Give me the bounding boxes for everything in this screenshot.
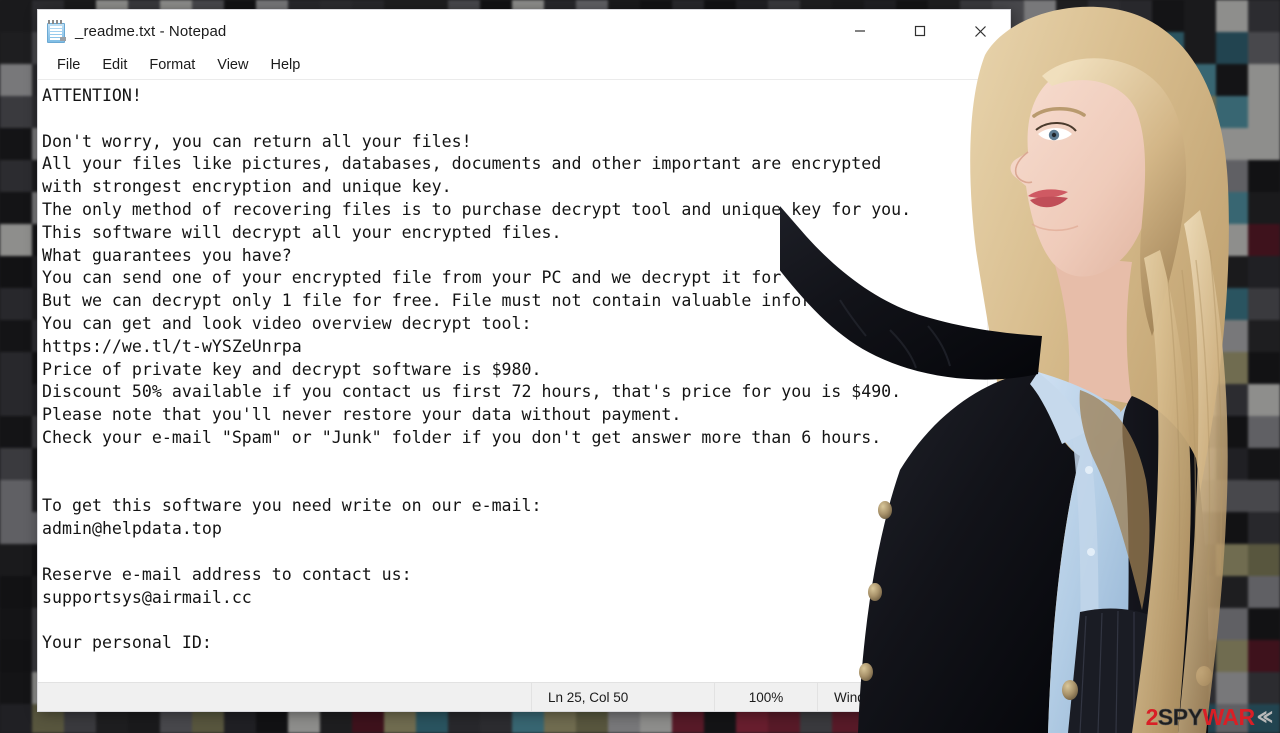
menu-item-view[interactable]: View (206, 54, 259, 77)
text-line: admin@helpdata.top (42, 519, 222, 539)
window-title: _readme.txt - Notepad (75, 22, 227, 40)
text-line: The only method of recovering files is t… (42, 199, 912, 219)
title-bar[interactable]: _readme.txt - Notepad (38, 10, 1010, 52)
text-line: Discount 50% available if you contact us… (42, 382, 902, 402)
text-line: But we can decrypt only 1 file for free.… (42, 291, 882, 311)
text-line: What guarantees you have? (42, 245, 292, 265)
notepad-icon (46, 20, 66, 43)
scroll-up-arrow[interactable] (988, 82, 1010, 102)
text-line: Price of private key and decrypt softwar… (42, 359, 542, 379)
text-line (40, 473, 988, 496)
text-line (40, 450, 988, 473)
cursor-position[interactable]: Ln 25, Col 50 (531, 683, 714, 711)
text-line (40, 609, 988, 632)
title-bar-left: _readme.txt - Notepad (38, 20, 830, 43)
notepad-window: _readme.txt - Notepad File Edit Format V… (38, 10, 1010, 711)
text-line (40, 108, 988, 131)
menu-item-help[interactable]: Help (259, 54, 311, 77)
window-controls (830, 10, 1010, 52)
maximize-icon (914, 25, 926, 37)
watermark-war: WAR (1202, 704, 1255, 730)
text-line: ATTENTION! (42, 86, 142, 105)
close-icon (974, 25, 986, 37)
status-bar: Ln 25, Col 50 100% Windows (CRLF) (38, 682, 1010, 711)
text-line: Don't worry, you can return all your fil… (42, 131, 472, 151)
minimize-button[interactable] (830, 10, 890, 52)
menu-item-format[interactable]: Format (138, 54, 206, 77)
maximize-button[interactable] (890, 10, 950, 52)
text-line (40, 541, 988, 564)
text-line: https://we.tl/t-wYSZeUnrpa (42, 336, 302, 356)
close-button[interactable] (950, 10, 1010, 52)
menu-item-file[interactable]: File (46, 54, 91, 77)
text-line: with strongest encryption and unique key… (42, 177, 452, 197)
text-line: supportsys@airmail.cc (42, 587, 252, 607)
editor-area[interactable]: ATTENTION! Don't worry, you can return a… (38, 80, 1010, 682)
text-line: This software will decrypt all your encr… (42, 222, 562, 242)
chevron-down-icon (995, 667, 1003, 673)
chevron-up-icon (995, 89, 1003, 95)
text-line: To get this software you need write on o… (42, 496, 542, 516)
zoom-level[interactable]: 100% (714, 683, 817, 711)
text-line: You can get and look video overview decr… (42, 313, 532, 333)
vertical-scrollbar[interactable] (987, 80, 1010, 682)
scroll-down-arrow[interactable] (988, 660, 1010, 680)
text-content[interactable]: ATTENTION! Don't worry, you can return a… (38, 80, 988, 682)
watermark: 2 SPY WAR ≪ (1145, 704, 1274, 730)
text-line: Your personal ID: (42, 633, 212, 653)
watermark-spy: SPY (1157, 704, 1204, 730)
text-line: All your files like pictures, databases,… (42, 154, 882, 174)
text-line: Reserve e-mail address to contact us: (42, 564, 412, 584)
line-ending[interactable]: Windows (CRLF) (817, 683, 1010, 711)
text-line: Please note that you'll never restore yo… (42, 405, 682, 425)
menu-item-edit[interactable]: Edit (91, 54, 138, 77)
watermark-mark: ≪ (1256, 707, 1273, 728)
minimize-icon (855, 30, 865, 32)
text-line: Check your e-mail "Spam" or "Junk" folde… (42, 427, 882, 447)
watermark-2: 2 (1145, 704, 1159, 730)
text-line: You can send one of your encrypted file … (42, 268, 842, 288)
menu-bar: File Edit Format View Help (38, 52, 1010, 80)
